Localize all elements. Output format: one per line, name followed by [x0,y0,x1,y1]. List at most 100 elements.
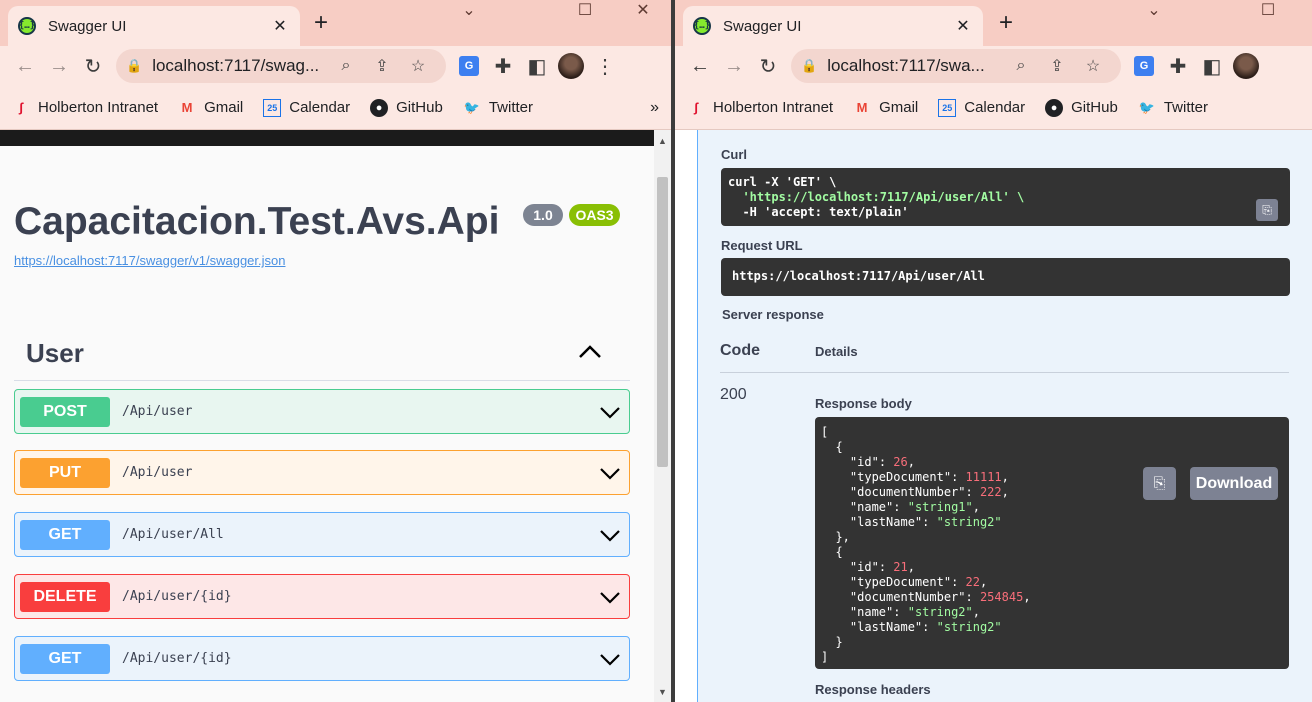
version-badge: 1.0 [523,204,563,226]
bookmark-label: Calendar [964,99,1026,116]
bookmark-holberton[interactable]: ʃ Holberton Intranet [12,99,158,117]
method-badge: GET [20,643,110,674]
window-close-icon[interactable]: ✕ [630,0,656,20]
translate-extension-icon[interactable]: G [1127,50,1161,82]
minimize-icon[interactable]: ⌄ [456,0,482,20]
translate-extension-icon[interactable]: G [452,50,486,82]
profile-avatar[interactable] [1229,50,1263,82]
lock-icon: 🔒 [801,58,818,73]
browser-tab[interactable]: {…} Swagger UI ✕ [683,6,983,46]
browser-window-left: {…} Swagger UI ✕ + ⌄ ☐ ✕ ← → ↻ 🔒 localho… [0,0,671,702]
operation-path: /Api/user [122,404,193,419]
gmail-icon: M [856,100,868,115]
share-icon[interactable]: ⇪ [1039,56,1075,76]
server-response-label: Server response [722,307,824,322]
download-button[interactable]: Download [1190,467,1278,500]
new-tab-button[interactable]: + [314,9,328,37]
lock-icon: 🔒 [126,58,143,73]
kebab-menu-icon[interactable]: ⋮ [588,50,622,82]
back-icon[interactable]: ← [683,50,717,82]
bookmark-star-icon[interactable]: ☆ [400,56,436,76]
twitter-icon: 🐦 [463,99,480,115]
chevron-down-icon[interactable] [598,400,622,424]
more-bookmarks-icon[interactable]: » [650,99,659,117]
new-tab-button[interactable]: + [999,9,1013,37]
zoom-icon[interactable]: ⌕ [1003,57,1039,75]
browser-tab[interactable]: {…} Swagger UI ✕ [8,6,300,46]
extensions-puzzle-icon[interactable]: ✚ [486,50,520,82]
bookmark-calendar[interactable]: 25 Calendar [263,98,350,117]
operation-path: /Api/user/{id} [122,589,232,604]
method-badge: DELETE [20,581,110,612]
bookmark-star-icon[interactable]: ☆ [1075,56,1111,76]
spec-json-link[interactable]: https://localhost:7117/swagger/v1/swagge… [14,253,285,268]
maximize-icon[interactable]: ☐ [572,0,598,20]
bookmarks-bar: ʃ Holberton Intranet M Gmail 25 Calendar ● G… [0,86,671,130]
bookmark-twitter[interactable]: 🐦 Twitter [463,99,533,117]
request-url-label: Request URL [721,238,803,253]
chevron-down-icon[interactable] [598,585,622,609]
twitter-icon: 🐦 [1138,99,1155,115]
holberton-icon: ʃ [18,100,24,115]
extensions-puzzle-icon[interactable]: ✚ [1161,50,1195,82]
minimize-icon[interactable]: ⌄ [1141,0,1167,20]
back-icon[interactable]: ← [8,50,42,82]
forward-icon[interactable]: → [717,50,751,82]
bookmark-calendar[interactable]: 25 Calendar [938,98,1026,117]
side-panel-icon[interactable]: ◧ [520,50,554,82]
operation-put-user[interactable]: PUT /Api/user [14,450,630,495]
chevron-down-icon[interactable] [598,523,622,547]
method-badge: GET [20,519,110,550]
scrollbar-thumb[interactable] [657,177,668,467]
method-badge: PUT [20,457,110,488]
bookmark-github[interactable]: ● GitHub [1045,98,1118,117]
bookmark-gmail[interactable]: M Gmail [178,99,244,117]
github-icon: ● [370,98,389,117]
tab-title: Swagger UI [48,17,127,35]
operation-delete-user-id[interactable]: DELETE /Api/user/{id} [14,574,630,619]
address-bar[interactable]: 🔒 localhost:7117/swag... ⌕ ⇪ ☆ [116,49,446,83]
copy-response-icon[interactable]: ⎘ [1143,467,1176,500]
response-table-divider [720,372,1289,373]
bookmark-label: GitHub [1071,99,1118,116]
chevron-down-icon[interactable] [598,647,622,671]
reload-icon[interactable]: ↻ [751,50,785,82]
maximize-icon[interactable]: ☐ [1255,0,1281,20]
holberton-icon: ʃ [693,100,699,115]
section-title-user[interactable]: User [26,338,84,369]
operation-get-user-id[interactable]: GET /Api/user/{id} [14,636,630,681]
copy-curl-icon[interactable]: ⎘ [1256,199,1278,221]
chevron-down-icon[interactable] [598,461,622,485]
response-body-label: Response body [815,396,912,411]
details-column-header: Details [815,344,858,359]
bookmark-label: Twitter [488,99,533,116]
tab-close-icon[interactable]: ✕ [270,16,290,36]
curl-line: 'https://localhost:7117/Api/user/All' \ [728,190,1025,204]
swagger-response-page: Curl curl -X 'GET' \ 'https://localhost:… [675,130,1312,702]
oas-badge: OAS3 [569,204,620,226]
forward-icon[interactable]: → [42,50,76,82]
bookmark-gmail[interactable]: M Gmail [853,99,919,117]
side-panel-icon[interactable]: ◧ [1195,50,1229,82]
chevron-up-icon[interactable] [576,338,604,366]
bookmark-label: Gmail [879,99,919,116]
tab-close-icon[interactable]: ✕ [953,16,973,36]
address-bar[interactable]: 🔒 localhost:7117/swa... ⌕ ⇪ ☆ [791,49,1121,83]
scroll-down-icon[interactable]: ▼ [658,687,667,697]
bookmark-holberton[interactable]: ʃ Holberton Intranet [687,99,833,117]
gmail-icon: M [181,100,193,115]
share-icon[interactable]: ⇪ [364,56,400,76]
bookmark-github[interactable]: ● GitHub [370,98,443,117]
zoom-icon[interactable]: ⌕ [328,57,364,75]
url-text: localhost:7117/swag... [152,56,320,75]
scroll-up-icon[interactable]: ▲ [658,136,667,146]
calendar-icon: 25 [938,98,957,117]
operation-get-user-all[interactable]: GET /Api/user/All [14,512,630,557]
operation-post-user[interactable]: POST /Api/user [14,389,630,434]
github-icon: ● [1045,98,1064,117]
profile-avatar[interactable] [554,50,588,82]
tab-title: Swagger UI [723,17,802,35]
bookmark-twitter[interactable]: 🐦 Twitter [1138,99,1208,117]
reload-icon[interactable]: ↻ [76,50,110,82]
page-scrollbar[interactable]: ▲ ▼ [654,130,671,702]
